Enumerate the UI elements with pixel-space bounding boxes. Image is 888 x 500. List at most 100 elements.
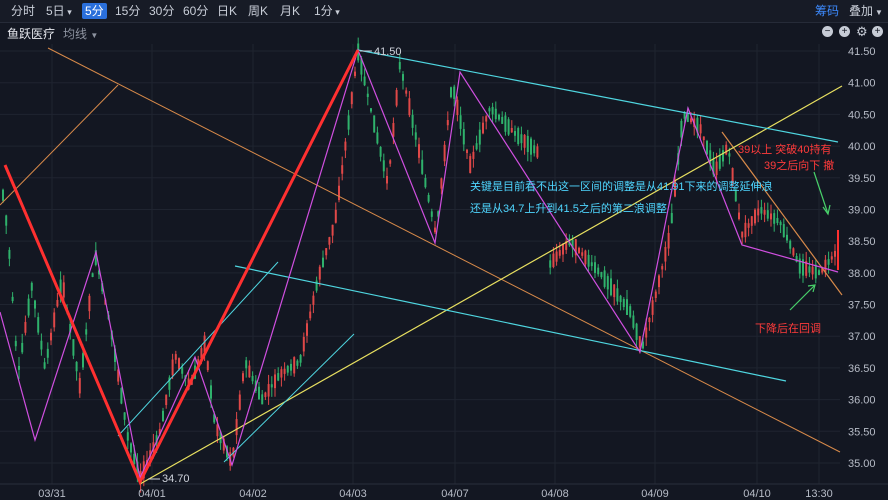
- x-tick-label: 04/07: [441, 488, 469, 500]
- candle-body: [354, 71, 356, 77]
- candle-body: [424, 177, 427, 188]
- annotation-5: 下降后在回调: [755, 323, 821, 335]
- x-tick-label: 04/02: [239, 488, 267, 500]
- channel-line-mid: [234, 265, 787, 382]
- candle-body: [552, 253, 555, 268]
- candle-body: [504, 115, 507, 132]
- candlestick-chart[interactable]: 41.50 41.00 40.50 40.00 39.50 39.00 38.50 38.00…: [0, 0, 888, 500]
- candle-body: [178, 358, 180, 370]
- candle-body: [414, 132, 417, 140]
- candle-body: [245, 360, 248, 369]
- candle-body: [792, 248, 795, 256]
- candle-body: [728, 153, 731, 157]
- candle-body: [171, 359, 174, 376]
- y-tick-label: 40.50: [848, 109, 876, 121]
- candle-body: [331, 224, 334, 236]
- annotation-1: 关键是目前看不出这一区间的调整是从41.91下来的调整延伸浪: [470, 181, 773, 193]
- candle-body: [126, 432, 129, 441]
- candle-body: [814, 264, 817, 279]
- candle-body: [85, 329, 88, 335]
- candle-body: [11, 296, 14, 302]
- y-tick-label: 36.50: [848, 363, 876, 375]
- candle-body: [264, 392, 267, 398]
- candle-body: [427, 195, 430, 202]
- candle-body: [382, 160, 385, 172]
- candle-body: [760, 207, 763, 214]
- candle-body: [590, 262, 593, 267]
- trend-line-orange-left: [0, 84, 119, 206]
- candle-body: [664, 246, 667, 262]
- candle-body: [296, 360, 299, 366]
- candle-body: [248, 365, 251, 378]
- y-tick-label: 35.50: [848, 426, 876, 438]
- candle-body: [299, 354, 302, 363]
- channel-line-left-1: [117, 261, 279, 437]
- candle-body: [757, 208, 760, 216]
- candle-body: [274, 374, 276, 389]
- candle-body: [514, 131, 516, 136]
- trend-line-down-long: [47, 47, 841, 453]
- candle-body: [258, 386, 260, 400]
- candle-body: [50, 332, 52, 341]
- candle-body: [392, 123, 395, 137]
- x-tick-label: 04/01: [138, 488, 166, 500]
- analysis-lines: [0, 47, 843, 486]
- candle-body: [363, 76, 366, 86]
- candle-body: [267, 384, 270, 397]
- candle-body: [376, 132, 379, 144]
- candle-body: [462, 129, 465, 145]
- candle-body: [277, 373, 280, 381]
- candle-body: [421, 159, 424, 174]
- candle-body: [459, 115, 462, 129]
- candle-body: [747, 223, 750, 228]
- candle-body: [411, 114, 414, 128]
- candle-body: [587, 254, 590, 267]
- candle-body: [622, 298, 625, 308]
- candle-body: [75, 361, 78, 372]
- channel-line-left-2: [223, 333, 355, 463]
- arrow-up-line: [789, 284, 816, 311]
- candle-body: [181, 367, 184, 374]
- x-tick-label: 04/03: [339, 488, 367, 500]
- candle-body: [469, 156, 472, 173]
- candle-body: [46, 348, 49, 358]
- candle-body: [722, 150, 724, 162]
- candle-body: [482, 122, 484, 134]
- candle-body: [162, 410, 164, 422]
- low-marker-label: 34.70: [162, 473, 190, 485]
- candle-body: [629, 306, 632, 317]
- candle-body: [338, 185, 340, 201]
- candle-body: [494, 108, 497, 120]
- candle-body: [370, 108, 372, 112]
- candle-body: [347, 115, 350, 130]
- candle-body: [738, 212, 740, 220]
- candle-body: [430, 211, 433, 217]
- candle-body: [344, 141, 347, 151]
- candle-body: [594, 262, 596, 273]
- candle-body: [491, 106, 494, 115]
- candle-body: [654, 291, 657, 299]
- grid: [0, 44, 888, 485]
- candle-body: [242, 373, 244, 382]
- candle-body: [120, 388, 123, 404]
- candle-body: [290, 363, 292, 371]
- candle-body: [498, 114, 500, 120]
- candle-body: [558, 250, 561, 256]
- candle-body: [328, 237, 331, 245]
- candle-body: [782, 224, 785, 238]
- x-tick-label: 03/31: [38, 488, 66, 500]
- candle-body: [670, 213, 673, 224]
- candle-body: [302, 336, 305, 352]
- candle-body: [2, 189, 4, 201]
- candle-body: [779, 221, 782, 226]
- candle-body: [386, 176, 388, 184]
- candle-body: [706, 140, 708, 155]
- candle-body: [808, 266, 811, 273]
- candle-body: [350, 92, 353, 105]
- candle-body: [526, 135, 529, 153]
- candle-body: [450, 87, 452, 98]
- candle-body: [37, 317, 40, 333]
- candle-body: [373, 115, 376, 133]
- candle-body: [283, 368, 286, 374]
- candle-body: [306, 323, 308, 336]
